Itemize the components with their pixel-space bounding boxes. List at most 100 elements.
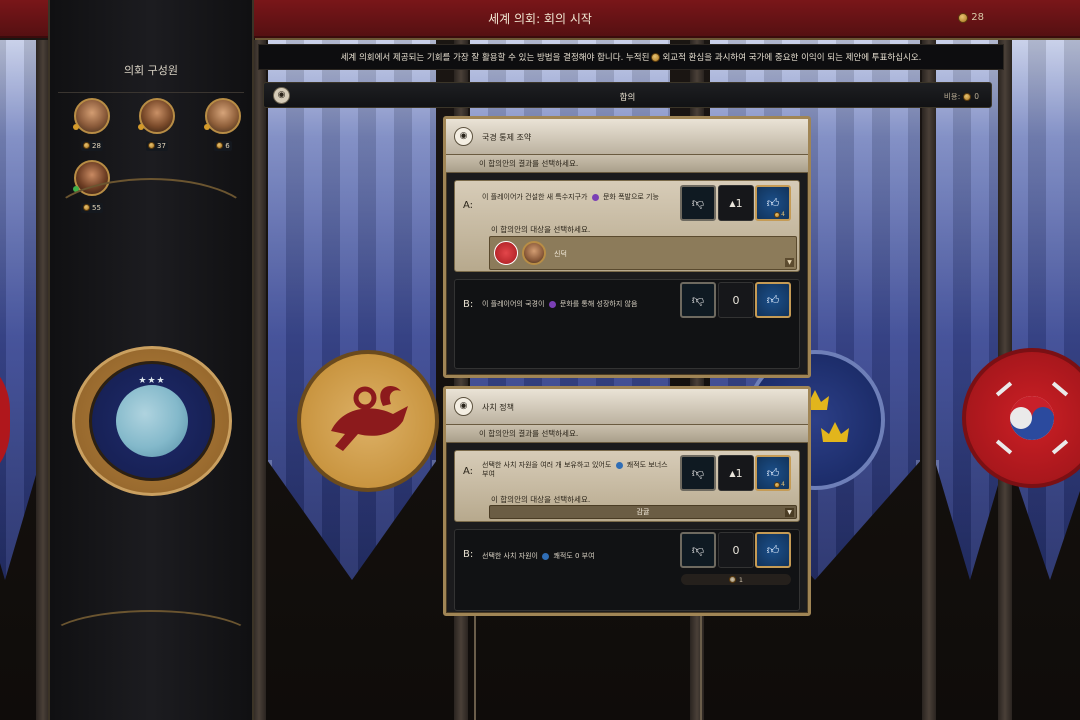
thumbs-down-icon: 👎︎ [691,195,705,210]
agreement-header: ◉ 합의 비용: 0 [263,82,992,108]
vote-down-button[interactable]: 👎︎ [680,455,716,491]
vote-cost-value: 4 [781,211,785,218]
resolution-card: ◉ 사치 정책 이 합의안의 결과를 선택하세요. A: 선택한 사치 자원을 … [443,386,811,616]
globe-icon [116,385,188,457]
resolution-header: ◉ 국경 통제 조약 [446,119,808,155]
target-label: 이 합의안의 대상을 선택하세요. [491,495,591,504]
member-favor-value: 37 [157,141,166,150]
member-favor-value: 6 [225,141,230,150]
taegeuk-icon [995,381,1069,455]
member-leader[interactable]: 28 [72,98,112,153]
leader-icon [522,241,546,265]
vote-up-button[interactable]: 👍︎ 4 [755,455,791,491]
thumbs-down-icon: 👎︎ [691,542,705,557]
vote-count-value: 0 [732,293,740,307]
option-a[interactable]: A: 선택한 사치 자원을 여러 개 보유하고 있어도 쾌적도 보너스 부여 👎… [454,450,800,522]
status-badge [138,124,144,130]
coin-icon [774,481,781,488]
thumbs-up-icon: 👍︎ [766,465,780,480]
resolution-card: ◉ 국경 통제 조약 이 합의안의 결과를 선택하세요. A: 이 플레이어가 … [443,116,811,378]
decorative-arc [46,178,256,268]
decorative-arc [46,610,256,670]
instruction-text-1: 세계 의회에서 제공되는 기회를 가장 잘 활용할 수 있는 방법을 결정해야 … [340,53,650,63]
vote-up-button[interactable]: 👍︎ 4 [755,185,791,221]
pole [700,616,702,720]
target-dropdown[interactable]: 감귤 ▼ [489,505,797,519]
vote-cost: 4 [774,211,785,218]
resolution-subtitle: 이 합의안의 결과를 선택하세요. [446,155,808,173]
member-favor-value: 28 [92,141,101,150]
congress-members-panel: 의회 구성원 28 37 6 55 ★★★ [46,0,256,720]
vote-cost: 4 [774,481,785,488]
congress-icon: ◉ [454,127,473,146]
target-selector[interactable]: 신덕 ▼ [489,236,797,270]
vote-count: 0 [718,282,754,318]
option-text-pre: 선택한 사치 자원을 여러 개 보유하고 있어도 [482,461,612,469]
resource-count-pill: 1 [681,574,791,585]
option-text-post: 쾌적도 0 부여 [553,552,595,560]
coin-icon [216,142,224,149]
avatar [204,98,241,134]
coin-icon [963,92,972,101]
vote-count-value: 0 [732,543,740,557]
vote-count: ▲ 1 [718,455,754,491]
resolution-title: 사치 정책 [482,403,514,412]
avatar [138,98,175,134]
vote-up-button[interactable]: 👍︎ [755,282,791,318]
deer-icon [331,386,408,451]
member-favor: 37 [146,140,168,151]
thumbs-up-icon: 👍︎ [766,542,780,557]
cost-label: 비용: [943,92,961,101]
option-letter: B: [463,299,474,310]
option-a[interactable]: A: 이 플레이어가 건설한 새 특수지구가 문화 폭발으로 기능 👎︎ ▲ 1 … [454,180,800,272]
target-name: 감귤 [636,508,650,516]
option-text-pre: 선택한 사치 자원이 [482,552,538,560]
member-leader[interactable]: 6 [203,98,243,153]
member-favor: 6 [214,140,232,151]
civ-icon [494,241,518,265]
coin-icon [958,12,969,23]
resolution-header: ◉ 사치 정책 [446,389,808,425]
option-text: 선택한 사치 자원을 여러 개 보유하고 있어도 쾌적도 보너스 부여 [482,461,672,479]
coin-icon [651,52,661,62]
vote-down-button[interactable]: 👎︎ [680,532,716,568]
coin-icon [774,211,781,218]
culture-icon [548,300,556,308]
instruction-text-2: 외교적 환심을 과시하여 국가에 중요한 이익이 되는 제안에 투표하십시오. [662,53,922,63]
agreement-title: 합의 [619,93,636,103]
pillar [922,40,936,720]
congress-icon: ◉ [454,397,473,416]
vote-down-button[interactable]: 👎︎ [680,185,716,221]
option-text-post: 문화 폭발으로 기능 [602,193,659,201]
coin-icon [148,142,156,149]
favor-count: 28 [971,12,984,23]
status-badge [73,124,79,130]
resolution-subtitle: 이 합의안의 결과를 선택하세요. [446,425,808,443]
dropdown-arrow-icon: ▼ [785,508,794,517]
avatar [73,98,110,134]
emblem-inner: ★★★ [89,361,215,481]
target-label: 이 합의안의 대상을 선택하세요. [491,225,591,234]
vote-count-value: 1 [735,466,743,480]
member-leader[interactable]: 37 [137,98,177,153]
dropdown-arrow-icon[interactable]: ▼ [785,258,794,267]
amenity-icon [542,552,550,560]
pole [474,616,476,720]
cost-value: 0 [974,92,979,101]
thumbs-up-icon: 👍︎ [766,195,780,210]
thumbs-down-icon: 👎︎ [691,465,705,480]
divider [58,92,244,93]
pillar [252,40,266,720]
option-b[interactable]: B: 이 플레이어의 국경이 문화를 통해 성장하지 않음 👎︎ 0 👍︎ [454,279,800,369]
option-text: 이 플레이어의 국경이 문화를 통해 성장하지 않음 [482,300,672,309]
vote-down-button[interactable]: 👎︎ [680,282,716,318]
world-congress-emblem: ★★★ [72,346,232,496]
resolution-title: 국경 통제 조약 [482,133,532,142]
civ-emblem-deer [297,350,439,492]
status-badge [204,124,210,130]
option-text-pre: 이 플레이어가 건설한 새 특수지구가 [482,193,588,201]
option-letter: B: [463,549,474,560]
option-b[interactable]: B: 선택한 사치 자원이 쾌적도 0 부여 👎︎ 0 👍︎ 1 [454,529,800,611]
vote-up-button[interactable]: 👍︎ [755,532,791,568]
culture-icon [591,193,599,201]
